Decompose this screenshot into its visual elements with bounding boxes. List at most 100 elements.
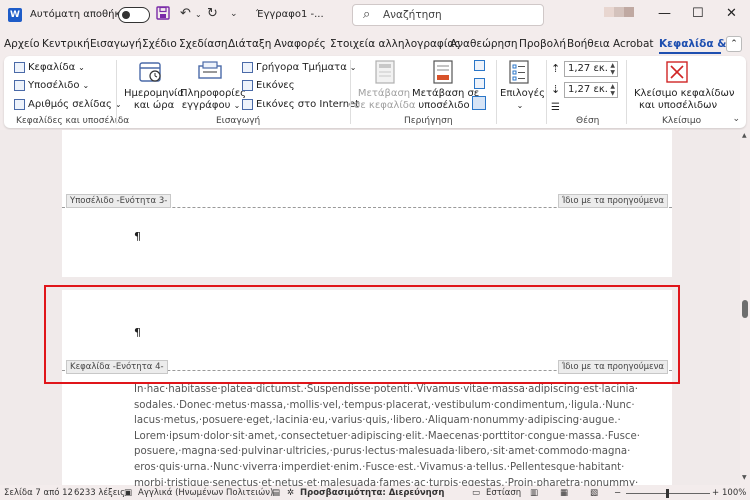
goto-header-button: Μετάβαση σε κεφαλίδα xyxy=(354,88,415,112)
close-header-footer-button[interactable]: Κλείσιμο κεφαλίδων και υποσέλιδων xyxy=(634,88,735,112)
goto-footer-icon[interactable] xyxy=(430,60,456,84)
tab-layout[interactable]: Διάταξη xyxy=(228,38,271,50)
close-header-footer-icon[interactable] xyxy=(664,60,690,84)
goto-header-icon xyxy=(372,60,398,84)
zoom-in-icon[interactable]: + xyxy=(712,488,719,498)
print-layout-icon[interactable]: ▦ xyxy=(560,488,568,498)
paragraph-mark: ¶ xyxy=(134,230,141,243)
goto-footer-button[interactable]: Μετάβαση σε υποσέλιδο xyxy=(412,88,480,112)
options-button[interactable]: Επιλογές ⌄ xyxy=(500,88,545,112)
minimize-button[interactable]: — xyxy=(658,6,671,21)
align-tab-icon[interactable]: ☰ xyxy=(551,102,560,113)
focus-label[interactable]: Εστίαση xyxy=(486,488,521,498)
online-pictures-label: Εικόνες στο Internet xyxy=(256,99,360,110)
undo-icon[interactable]: ↶ xyxy=(180,6,191,21)
link-to-previous-button[interactable] xyxy=(472,96,486,110)
search-placeholder: Αναζήτηση xyxy=(383,9,442,21)
text-predictions-icon[interactable]: ▤ xyxy=(272,488,280,498)
status-bar: Σελίδα 7 από 12 6233 λέξεις ▣ Αγγλικά (Η… xyxy=(0,486,750,500)
page-number-button[interactable]: Αριθμός σελίδας ⌄ xyxy=(14,99,122,110)
chevron-up-icon[interactable]: ⌃ xyxy=(726,36,742,52)
customize-toolbar-icon[interactable]: ⌄ xyxy=(230,9,238,19)
word-count[interactable]: 6233 λέξεις xyxy=(74,488,125,498)
title-bar: W Αυτόματη αποθήκευση ↶ ⌄ ↻ ⌄ Έγγραφο1 -… xyxy=(0,0,750,30)
proofing-icon[interactable]: ▣ xyxy=(124,488,132,498)
pictures-icon xyxy=(242,80,253,91)
tab-home[interactable]: Κεντρική xyxy=(42,38,90,50)
calendar-icon[interactable] xyxy=(137,60,163,84)
maximize-button[interactable]: ☐ xyxy=(692,6,704,21)
spin-arrows-icon[interactable]: ▲ ▼ xyxy=(610,83,615,97)
header-button[interactable]: Κεφαλίδα ⌄ xyxy=(14,62,85,73)
page-7-bottom[interactable]: Υποσέλιδο -Ενότητα 3- Ίδιο με τα προηγού… xyxy=(62,130,672,277)
chevron-down-icon: ⌄ xyxy=(82,81,90,90)
text-line: posuere,·magna·sed·pulvinar·ultricies,·p… xyxy=(134,446,631,458)
body-text[interactable]: In·hac·habitasse·platea·dictumst.·Suspen… xyxy=(134,382,640,491)
tab-mailings[interactable]: Στοιχεία αλληλογραφίας xyxy=(330,38,461,50)
goto-footer-label-1: Μετάβαση σε xyxy=(412,88,480,99)
web-layout-icon[interactable]: ▧ xyxy=(590,488,598,498)
zoom-out-icon[interactable]: − xyxy=(614,488,621,498)
pictures-button[interactable]: Εικόνες xyxy=(242,80,295,91)
options-icon[interactable] xyxy=(506,60,532,84)
chevron-down-icon: ⌄ xyxy=(516,101,524,110)
read-mode-icon[interactable]: ▥ xyxy=(530,488,538,498)
search-icon: ⌕ xyxy=(363,7,371,22)
scrollbar-thumb[interactable] xyxy=(742,300,748,318)
quick-parts-button[interactable]: Γρήγορα Τμήματα ⌄ xyxy=(242,62,357,73)
save-icon[interactable] xyxy=(156,6,170,24)
document-info-icon[interactable] xyxy=(197,60,223,84)
account-avatar[interactable] xyxy=(604,7,614,17)
online-pictures-button[interactable]: Εικόνες στο Internet xyxy=(242,99,359,110)
scroll-up-icon[interactable]: ▲ xyxy=(742,132,747,139)
page-count[interactable]: Σελίδα 7 από 12 xyxy=(4,488,73,498)
footer-button[interactable]: Υποσέλιδο ⌄ xyxy=(14,80,89,91)
same-as-previous-tag: Ίδιο με τα προηγούμενα xyxy=(557,194,668,208)
page-number-icon xyxy=(14,99,25,110)
tab-file[interactable]: Αρχείο xyxy=(4,38,40,50)
accessibility-icon[interactable]: ✲ xyxy=(287,488,294,498)
footer-position-icon: ⇣ xyxy=(551,83,561,96)
zoom-slider-thumb[interactable] xyxy=(666,489,669,498)
accessibility-status[interactable]: Προσβασιμότητα: Διερεύνηση xyxy=(300,488,444,498)
tab-review[interactable]: Αναθεώρηση xyxy=(450,38,518,50)
vertical-scrollbar[interactable]: ▲ ▼ xyxy=(740,130,750,485)
tab-draw[interactable]: Σχεδίαση xyxy=(179,38,228,50)
autosave-toggle[interactable] xyxy=(118,7,150,23)
zoom-level[interactable]: 100% xyxy=(722,488,746,498)
search-box[interactable]: ⌕ Αναζήτηση xyxy=(352,4,544,26)
footer-position-input[interactable]: 1,27 εκ. ▲ ▼ xyxy=(564,82,618,98)
spin-arrows-icon[interactable]: ▲ ▼ xyxy=(610,62,615,76)
chevron-down-icon: ⌄ xyxy=(78,63,85,72)
previous-section-button[interactable] xyxy=(474,60,485,71)
next-section-button[interactable] xyxy=(474,78,485,89)
language-label[interactable]: Αγγλικά (Ηνωμένων Πολιτειών) xyxy=(138,488,273,498)
chevron-down-icon: ⌄ xyxy=(233,101,241,110)
tab-design[interactable]: Σχέδιο xyxy=(142,38,177,50)
close-button[interactable]: ✕ xyxy=(726,6,737,21)
tab-references[interactable]: Αναφορές xyxy=(274,38,326,50)
document-title[interactable]: Έγγραφο1 -... xyxy=(256,9,324,20)
text-line: Lorem·ipsum·dolor·sit·amet,·consectetuer… xyxy=(134,430,640,442)
ribbon: Κεφαλίδα ⌄ Υποσέλιδο ⌄ Αριθμός σελίδας ⌄… xyxy=(4,56,746,128)
date-time-button[interactable]: Ημερομηνία και ώρα xyxy=(124,88,184,112)
group-separator xyxy=(350,60,351,124)
tab-acrobat[interactable]: Acrobat xyxy=(613,38,654,50)
goto-footer-label-2: υποσέλιδο xyxy=(418,100,470,111)
goto-header-label-1: Μετάβαση xyxy=(357,88,411,99)
collapse-ribbon-icon[interactable]: ⌄ xyxy=(732,114,740,124)
text-line: In·hac·habitasse·platea·dictumst.·Suspen… xyxy=(134,384,638,395)
tab-view[interactable]: Προβολή xyxy=(519,38,566,50)
group-separator xyxy=(626,60,627,124)
text-line: lacus·metus,·posuere·eget,·lacinia·eu,·v… xyxy=(134,415,621,427)
header-position-input[interactable]: 1,27 εκ. ▲ ▼ xyxy=(564,61,618,77)
tab-help[interactable]: Βοήθεια xyxy=(567,38,610,50)
account-avatar-part xyxy=(614,7,624,17)
scroll-down-icon[interactable]: ▼ xyxy=(742,474,747,481)
focus-icon[interactable]: ▭ xyxy=(472,488,480,498)
document-info-button[interactable]: Πληροφορίες εγγράφου ⌄ xyxy=(180,88,246,112)
redo-icon[interactable]: ↻ xyxy=(207,6,218,21)
doc-info-label-2-wrap: εγγράφου ⌄ xyxy=(180,100,242,112)
undo-dropdown-icon[interactable]: ⌄ xyxy=(195,10,202,19)
tab-insert[interactable]: Εισαγωγή xyxy=(90,38,142,50)
